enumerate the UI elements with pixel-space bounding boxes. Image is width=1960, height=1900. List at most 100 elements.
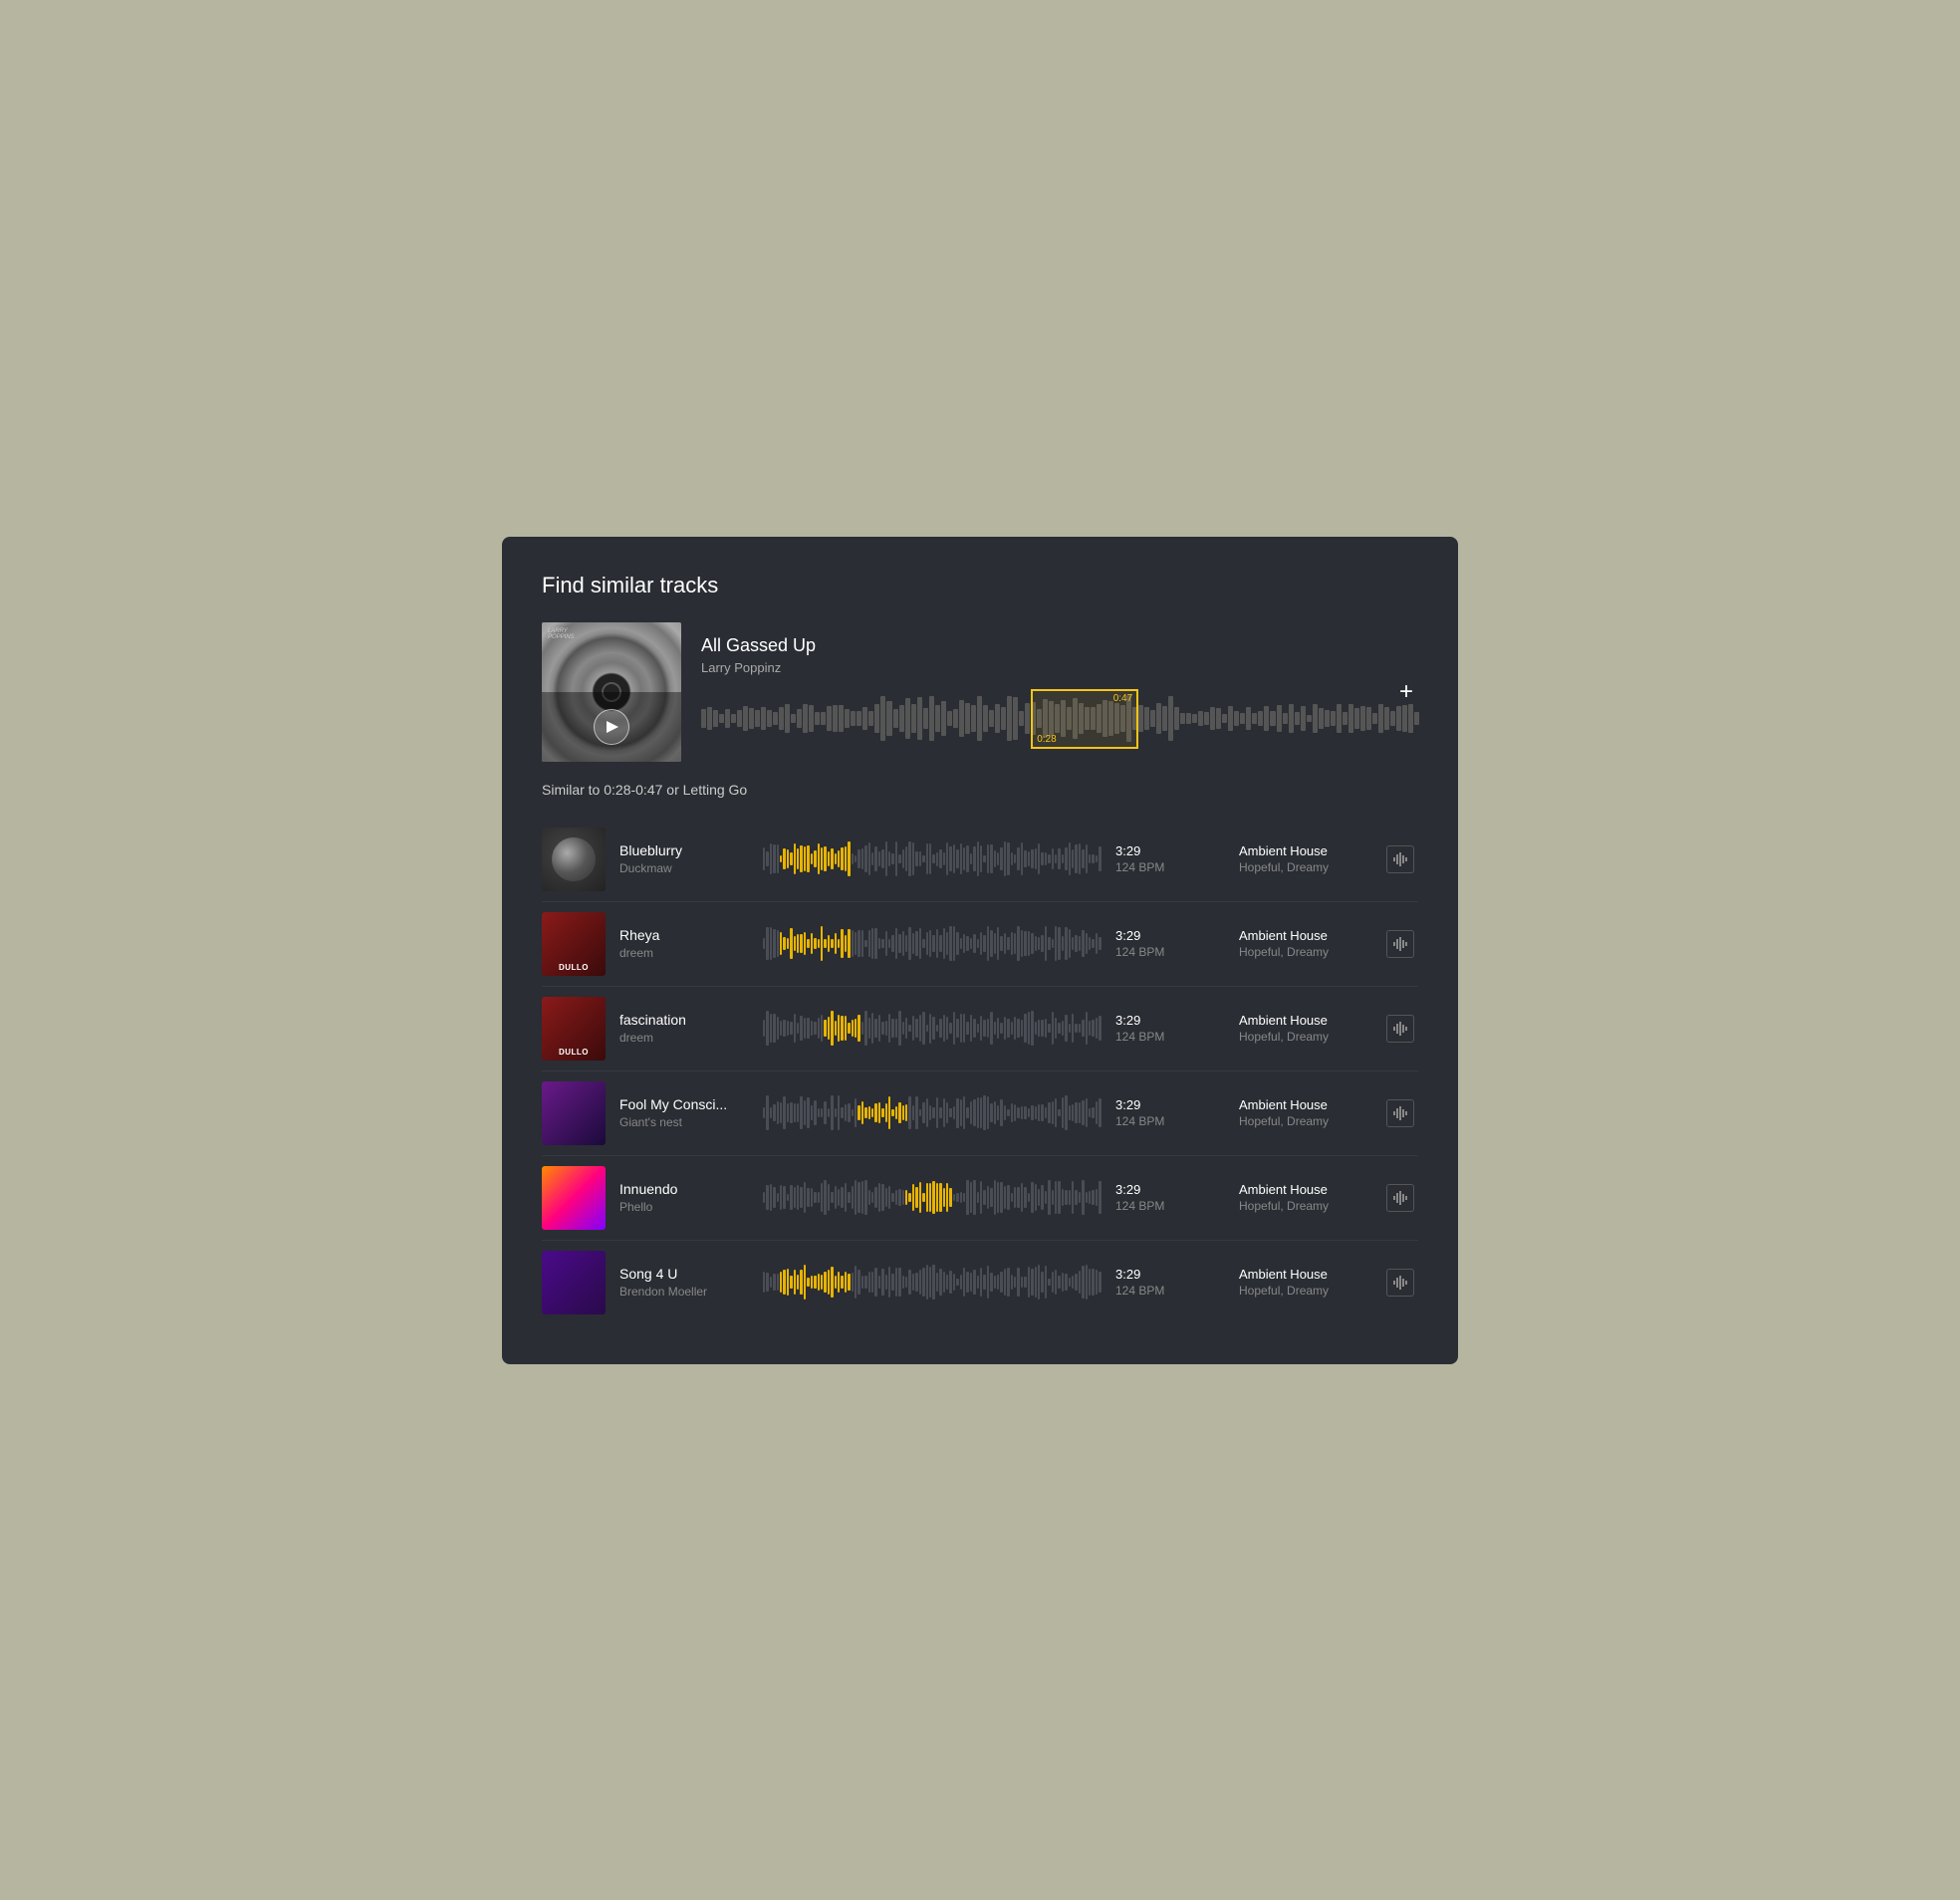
- track-mood: Hopeful, Dreamy: [1239, 1114, 1368, 1128]
- hero-album-art: LARRYPOPPINS: [542, 622, 681, 762]
- track-thumbnail: [542, 1251, 606, 1314]
- track-row: Blueblurry Duckmaw 3:29124 BPM Ambient Hous…: [542, 818, 1418, 902]
- track-genre: Ambient House Hopeful, Dreamy: [1239, 1097, 1368, 1128]
- track-waveform[interactable]: [763, 1259, 1102, 1306]
- disc-label: LARRYPOPPINS: [548, 628, 575, 640]
- track-list: Blueblurry Duckmaw 3:29 124 BPM Ambient Hous…: [542, 818, 1418, 1324]
- track-duration: 3:29: [1115, 1013, 1225, 1028]
- add-button[interactable]: +: [1394, 680, 1418, 704]
- track-meta: 3:29124 BPM: [1115, 843, 1225, 874]
- genre-name: Ambient House: [1239, 843, 1368, 858]
- genre-name: Ambient House: [1239, 1097, 1368, 1112]
- waveform-icon: [1392, 1105, 1408, 1121]
- track-mood: Hopeful, Dreamy: [1239, 1284, 1368, 1298]
- track-bpm: 124 BPM: [1115, 1114, 1225, 1128]
- track-name-col: Rheya dreem: [619, 927, 749, 960]
- hero-track: LARRYPOPPINS All Gassed Up Larry Poppinz…: [542, 622, 1418, 762]
- mini-waveform-bars: [763, 1089, 1102, 1137]
- track-action: [1382, 1269, 1418, 1297]
- track-name-col: Fool My Consci... Giant's nest: [619, 1096, 749, 1129]
- page-title: Find similar tracks: [542, 573, 1418, 598]
- hero-track-title: All Gassed Up: [701, 635, 1418, 656]
- track-genre: Ambient HouseHopeful, Dreamy: [1239, 1182, 1368, 1213]
- genre-name: Ambient House: [1239, 928, 1368, 943]
- similar-label: Similar to 0:28-0:47 or Letting Go: [542, 782, 1418, 798]
- track-genre: Ambient House Hopeful, Dreamy: [1239, 843, 1368, 874]
- add-to-library-button[interactable]: [1386, 930, 1414, 958]
- track-bpm: 124 BPM: [1115, 945, 1225, 959]
- add-to-library-button[interactable]: [1386, 1015, 1414, 1043]
- track-action: [1382, 1184, 1418, 1212]
- track-thumbnail: DULLO: [542, 912, 606, 976]
- track-duration: 3:29: [1115, 843, 1225, 858]
- track-action: [1382, 1015, 1418, 1043]
- track-meta: 3:29 124 BPM: [1115, 1013, 1225, 1044]
- track-title: Blueblurry: [619, 842, 749, 858]
- track-row: Song 4 UBrendon Moeller 3:29124 BPM Ambien…: [542, 1241, 1418, 1324]
- hero-waveform[interactable]: 0:47 0:28: [701, 689, 1418, 749]
- track-bpm: 124 BPM: [1115, 1284, 1225, 1298]
- waveform-icon: [1392, 936, 1408, 952]
- track-row: InnuendoPhello 3:29124 BPM Ambient HouseHo…: [542, 1156, 1418, 1241]
- waveform-icon: [1392, 1021, 1408, 1037]
- add-to-library-button[interactable]: [1386, 1184, 1414, 1212]
- hero-info-section: All Gassed Up Larry Poppinz 0:47 0:28: [681, 635, 1418, 749]
- track-title: fascination: [619, 1012, 749, 1028]
- mini-waveform-bars: [763, 920, 1102, 968]
- hero-play-overlay: [542, 692, 681, 762]
- add-to-library-button[interactable]: [1386, 1269, 1414, 1297]
- track-thumbnail: [542, 1081, 606, 1145]
- track-title: Song 4 U: [619, 1266, 749, 1282]
- waveform-icon: [1392, 851, 1408, 867]
- track-artist: Phello: [619, 1200, 749, 1214]
- track-waveform[interactable]: [763, 1089, 1102, 1137]
- hero-selection-overlay[interactable]: 0:47 0:28: [1031, 689, 1138, 749]
- track-waveform[interactable]: [763, 1174, 1102, 1222]
- track-thumbnail: [542, 828, 606, 891]
- track-meta: 3:29 124 BPM: [1115, 1097, 1225, 1128]
- track-mood: Hopeful, Dreamy: [1239, 1030, 1368, 1044]
- track-artist: Giant's nest: [619, 1115, 749, 1129]
- track-row: DULLOfascinationdreem3:29124 BPMAmbient …: [542, 987, 1418, 1071]
- track-name-col: InnuendoPhello: [619, 1181, 749, 1214]
- track-waveform[interactable]: [763, 920, 1102, 968]
- add-to-library-button[interactable]: [1386, 845, 1414, 873]
- track-action: [1382, 1099, 1418, 1127]
- track-artist: Duckmaw: [619, 861, 749, 875]
- track-row: Fool My Consci... Giant's nest 3:29 124 BPM…: [542, 1071, 1418, 1156]
- track-title: Rheya: [619, 927, 749, 943]
- app-window: Find similar tracks LARRYPOPPINS All Gas…: [502, 537, 1458, 1364]
- track-duration: 3:29: [1115, 1182, 1225, 1197]
- track-waveform[interactable]: [763, 1005, 1102, 1053]
- track-action: [1382, 930, 1418, 958]
- track-duration: 3:29: [1115, 928, 1225, 943]
- track-thumbnail: [542, 1166, 606, 1230]
- add-to-library-button[interactable]: [1386, 1099, 1414, 1127]
- genre-name: Ambient House: [1239, 1267, 1368, 1282]
- hero-play-button[interactable]: [594, 709, 629, 745]
- track-mood: Hopeful, Dreamy: [1239, 945, 1368, 959]
- genre-name: Ambient House: [1239, 1182, 1368, 1197]
- track-meta: 3:29124 BPM: [1115, 1182, 1225, 1213]
- track-mood: Hopeful, Dreamy: [1239, 860, 1368, 874]
- track-name-col: Blueblurry Duckmaw: [619, 842, 749, 875]
- track-title: Fool My Consci...: [619, 1096, 749, 1112]
- track-artist: dreem: [619, 1031, 749, 1045]
- play-icon: [607, 721, 618, 733]
- genre-name: Ambient House: [1239, 1013, 1368, 1028]
- track-waveform[interactable]: [763, 835, 1102, 883]
- selection-end-time: 0:47: [1037, 693, 1132, 704]
- track-genre: Ambient House Hopeful, Dreamy: [1239, 928, 1368, 959]
- track-meta: 3:29124 BPM: [1115, 1267, 1225, 1298]
- track-meta: 3:29 124 BPM: [1115, 928, 1225, 959]
- track-duration: 3:29: [1115, 1097, 1225, 1112]
- track-genre: Ambient House Hopeful, Dreamy: [1239, 1013, 1368, 1044]
- selection-start-time: 0:28: [1037, 734, 1132, 745]
- track-name-col: Song 4 UBrendon Moeller: [619, 1266, 749, 1299]
- track-artist: dreem: [619, 946, 749, 960]
- track-genre: Ambient House Hopeful, Dreamy: [1239, 1267, 1368, 1298]
- track-bpm: 124 BPM: [1115, 1030, 1225, 1044]
- track-name-col: fascination dreem: [619, 1012, 749, 1045]
- hero-track-artist: Larry Poppinz: [701, 660, 1418, 675]
- track-action: [1382, 845, 1418, 873]
